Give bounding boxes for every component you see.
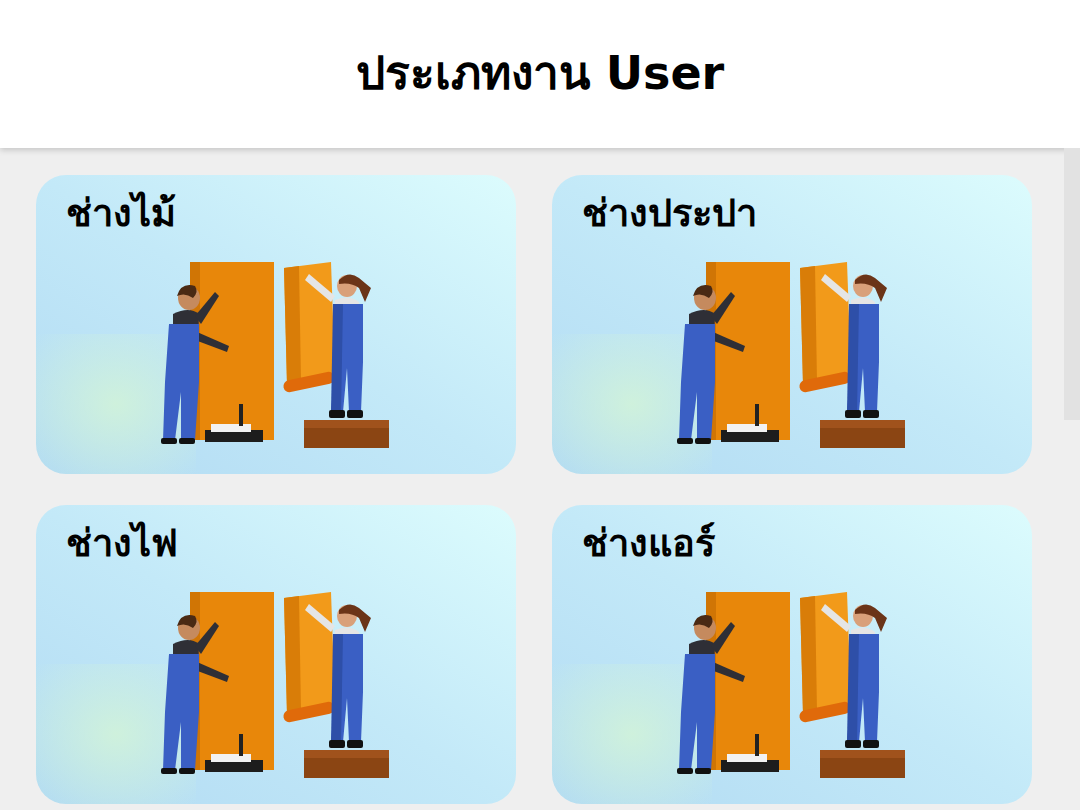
page-title: ประเภทงาน User xyxy=(356,45,725,103)
category-card[interactable]: ช่างแอร์ xyxy=(552,505,1032,804)
category-card[interactable]: ช่างประปา xyxy=(552,175,1032,474)
workers-illustration-icon xyxy=(552,592,1032,778)
category-label: ช่างแอร์ xyxy=(552,519,1032,568)
workers-illustration-icon xyxy=(36,262,516,448)
app-header: ประเภทงาน User xyxy=(0,0,1080,148)
category-card[interactable]: ช่างไฟ xyxy=(36,505,516,804)
category-label: ช่างไฟ xyxy=(36,519,516,568)
category-label: ช่างไม้ xyxy=(36,189,516,238)
category-label: ช่างประปา xyxy=(552,189,1032,238)
category-grid: ช่างไม้ ช่างประปาช่างไฟ ช่างแอร์ xyxy=(0,148,1080,804)
workers-illustration-icon xyxy=(552,262,1032,448)
category-card[interactable]: ช่างไม้ xyxy=(36,175,516,474)
scrollbar xyxy=(1064,148,1080,420)
workers-illustration-icon xyxy=(36,592,516,778)
